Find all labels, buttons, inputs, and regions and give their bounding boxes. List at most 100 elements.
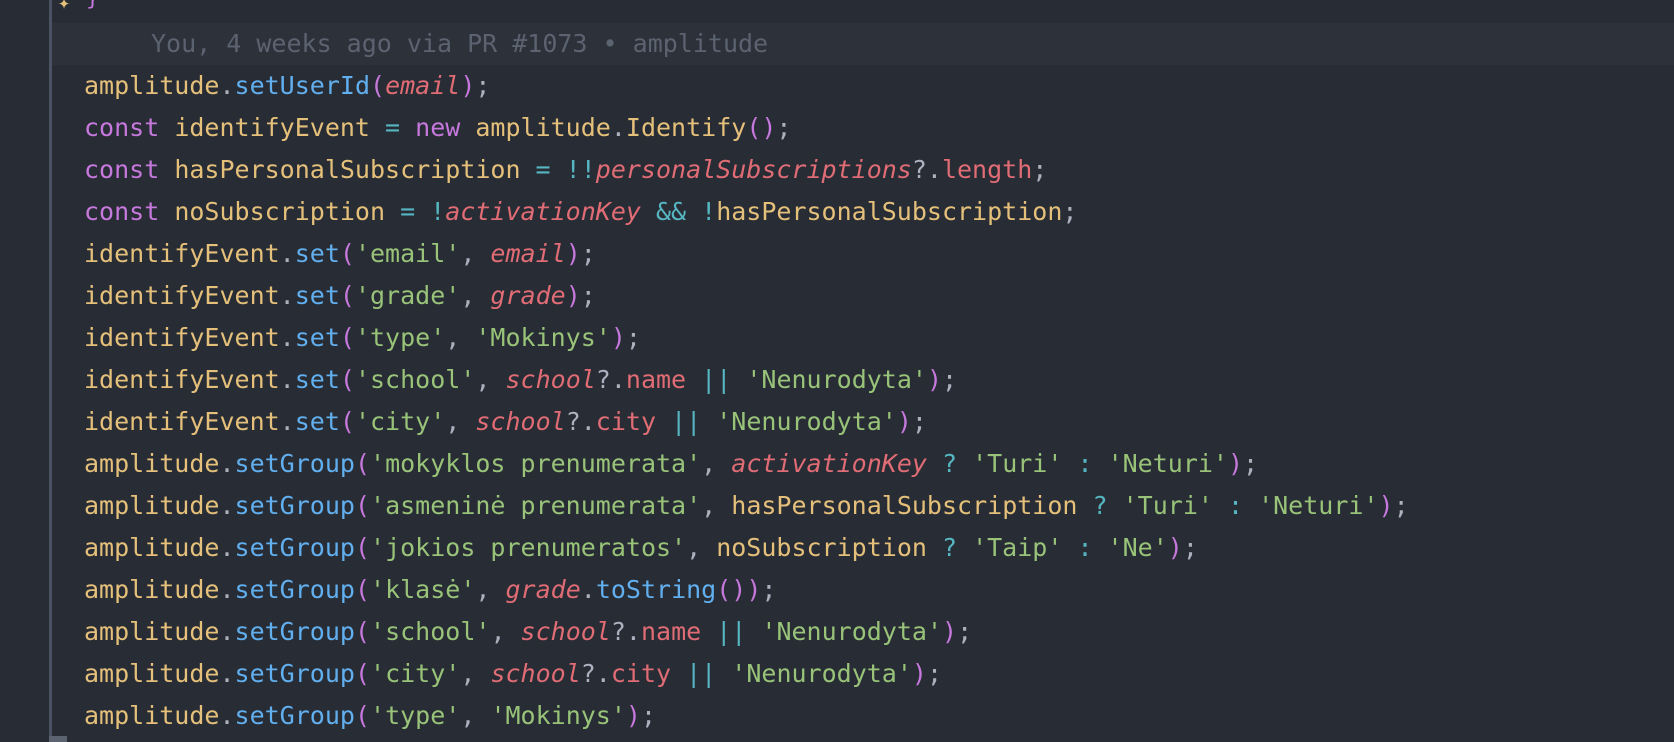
code-token: .	[219, 659, 235, 688]
code-token: (	[354, 575, 371, 604]
code-token: ;	[640, 701, 657, 730]
code-token: )	[625, 701, 641, 730]
code-token: grade	[505, 575, 581, 604]
code-token: ||	[656, 407, 717, 436]
code-token: ,	[490, 617, 521, 646]
code-token: personalSubscriptions	[595, 155, 912, 184]
code-token: noSubscription	[174, 197, 386, 226]
code-line[interactable]: identifyEvent.set('email', email);	[84, 233, 1409, 275]
code-token: 'city'	[354, 407, 446, 436]
code-token: set	[294, 323, 340, 352]
code-token: email	[490, 239, 566, 268]
code-token: hasPersonalSubscription	[174, 155, 521, 184]
code-token: 'asmeninė prenumerata'	[370, 491, 702, 520]
code-token: set	[294, 365, 340, 394]
code-token: )	[565, 281, 581, 310]
code-token: ;	[1062, 197, 1078, 226]
code-token: ;	[761, 575, 777, 604]
code-token: ?	[926, 449, 973, 478]
code-token: city	[595, 407, 657, 436]
code-lines[interactable]: amplitude.setUserId(email); const identif…	[84, 65, 1409, 737]
code-token: ;	[580, 281, 596, 310]
code-line[interactable]: amplitude.setGroup('klasė', grade.toStri…	[84, 569, 1409, 611]
code-token: ;	[1032, 155, 1048, 184]
code-token: =	[369, 113, 416, 142]
code-token: toString	[595, 575, 717, 604]
code-line[interactable]: amplitude.setGroup('jokios prenumeratos'…	[84, 527, 1409, 569]
code-token: amplitude	[84, 701, 220, 730]
gutter-scroll-marker	[49, 736, 67, 742]
code-token: setGroup	[234, 617, 355, 646]
code-token: 'grade'	[354, 281, 461, 310]
code-token: ||	[671, 659, 732, 688]
code-token: (	[354, 659, 371, 688]
code-token: school	[505, 365, 596, 394]
code-line[interactable]: identifyEvent.set('school', school?.name…	[84, 359, 1409, 401]
code-token: setUserId	[234, 71, 370, 100]
code-line[interactable]: amplitude.setGroup('mokyklos prenumerata…	[84, 443, 1409, 485]
code-token: 'school'	[370, 617, 491, 646]
code-token: :	[1062, 533, 1108, 562]
code-token: 'klasė'	[370, 575, 476, 604]
code-token: (	[339, 323, 355, 352]
code-token: const	[84, 113, 175, 142]
code-line[interactable]: identifyEvent.set('city', school?.city |…	[84, 401, 1409, 443]
code-token: set	[294, 281, 340, 310]
code-token: :	[1062, 449, 1108, 478]
code-token: 'mokyklos prenumerata'	[370, 449, 702, 478]
code-token: ;	[926, 659, 943, 688]
code-editor[interactable]: ✦ } You, 4 weeks ago via PR #1073 • ampl…	[0, 0, 1674, 742]
code-token: (	[354, 449, 371, 478]
code-token: amplitude	[84, 491, 220, 520]
code-token: identifyEvent	[84, 365, 280, 394]
code-token: ?.	[595, 365, 626, 394]
code-line[interactable]: amplitude.setGroup('asmeninė prenumerata…	[84, 485, 1409, 527]
code-token: school	[520, 617, 611, 646]
code-token: ;	[1393, 491, 1409, 520]
code-line[interactable]: identifyEvent.set('grade', grade);	[84, 275, 1409, 317]
sparkle-icon[interactable]: ✦	[58, 0, 70, 12]
code-token: )	[1227, 449, 1244, 478]
code-token: ?	[926, 533, 973, 562]
code-token: set	[294, 239, 340, 268]
code-token: setGroup	[234, 491, 355, 520]
code-token: 'type'	[354, 323, 446, 352]
code-line[interactable]: identifyEvent.set('type', 'Mokinys');	[84, 317, 1409, 359]
code-token: identifyEvent	[174, 113, 370, 142]
code-token: setGroup	[234, 701, 355, 730]
code-token: (	[370, 71, 386, 100]
code-token: 'jokios prenumeratos'	[370, 533, 687, 562]
code-token: amplitude	[84, 617, 220, 646]
code-token: )	[896, 407, 912, 436]
code-token: const	[84, 197, 175, 226]
code-token: 'Nenurodyta'	[716, 407, 897, 436]
code-line[interactable]: amplitude.setGroup('type', 'Mokinys');	[84, 695, 1409, 737]
code-token: )	[565, 239, 581, 268]
code-line[interactable]: const noSubscription = !activationKey &&…	[84, 191, 1409, 233]
code-token: identifyEvent	[84, 323, 280, 352]
code-token: ?.	[565, 407, 596, 436]
code-token: .	[279, 281, 295, 310]
code-token: (	[339, 407, 355, 436]
code-token: .	[279, 407, 295, 436]
code-line[interactable]: amplitude.setGroup('school', school?.nam…	[84, 611, 1409, 653]
code-token: amplitude	[475, 113, 611, 142]
code-line[interactable]: const hasPersonalSubscription = !!person…	[84, 149, 1409, 191]
code-line[interactable]: const identifyEvent = new amplitude.Iden…	[84, 107, 1409, 149]
code-token: ;	[1182, 533, 1198, 562]
code-token: ,	[460, 281, 491, 310]
previous-line-brace: }	[86, 0, 99, 10]
code-token: email	[385, 71, 461, 100]
code-token: city	[610, 659, 672, 688]
code-token: .	[219, 533, 235, 562]
code-line[interactable]: amplitude.setUserId(email);	[84, 65, 1409, 107]
code-token: 'email'	[354, 239, 461, 268]
code-line[interactable]: amplitude.setGroup('city', school?.city …	[84, 653, 1409, 695]
code-token: noSubscription	[716, 533, 927, 562]
code-token: ;	[957, 617, 973, 646]
code-token: ||	[701, 617, 762, 646]
code-token: ,	[475, 365, 506, 394]
code-token: ?.	[580, 659, 611, 688]
code-token: hasPersonalSubscription	[716, 197, 1063, 226]
code-token: )	[610, 323, 626, 352]
